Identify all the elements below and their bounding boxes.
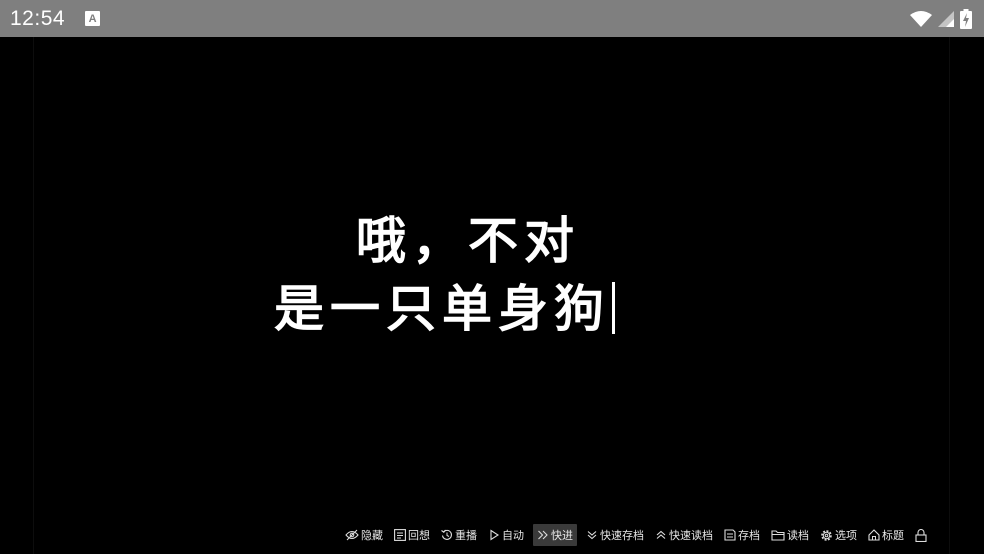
quick-menu: 隐藏 回想 重播 自动 快进 快速存档 快速读档 存档 读档 选项 标题 xyxy=(343,524,929,546)
quick-menu-quick-load-button[interactable]: 快速读档 xyxy=(653,524,715,546)
quick-menu-options-label: 选项 xyxy=(835,529,857,542)
quick-menu-save-button[interactable]: 存档 xyxy=(722,524,762,546)
status-clock: 12:54 xyxy=(10,6,66,30)
quick-menu-history-button[interactable]: 回想 xyxy=(392,524,432,546)
quick-menu-quick-save-label: 快速存档 xyxy=(600,529,644,542)
quick-menu-auto-label: 自动 xyxy=(502,529,524,542)
play-icon xyxy=(490,529,500,541)
quick-menu-load-button[interactable]: 读档 xyxy=(769,524,811,546)
quick-menu-auto-button[interactable]: 自动 xyxy=(486,524,526,546)
quick-menu-title-label: 标题 xyxy=(882,529,904,542)
fast-forward-icon xyxy=(538,530,548,540)
game-screen[interactable]: 哦，不对 是一只单身狗 隐藏 回想 重播 自动 快进 快速存档 快速读档 存档 … xyxy=(0,37,984,554)
battery-charging-icon xyxy=(960,8,972,29)
quick-menu-skip-label: 快进 xyxy=(551,529,573,542)
quick-menu-replay-label: 重播 xyxy=(455,529,477,542)
save-icon xyxy=(724,529,736,541)
text-cursor xyxy=(612,282,615,334)
replay-icon xyxy=(441,529,452,540)
quick-menu-history-label: 回想 xyxy=(408,529,430,542)
quick-menu-replay-button[interactable]: 重播 xyxy=(439,524,479,546)
chevron-up-icon xyxy=(656,530,666,539)
quick-menu-hide-label: 隐藏 xyxy=(361,529,383,542)
dialogue-line-2: 是一只单身狗 xyxy=(274,279,610,338)
dialogue-text[interactable]: 哦，不对 是一只单身狗 xyxy=(274,207,714,343)
signal-icon xyxy=(938,10,954,27)
history-icon xyxy=(394,529,406,541)
status-icons xyxy=(910,8,972,29)
lock-icon xyxy=(915,528,927,542)
chevron-down-icon xyxy=(587,531,597,540)
game-viewport[interactable]: 哦，不对 是一只单身狗 隐藏 回想 重播 自动 快进 快速存档 快速读档 存档 … xyxy=(33,37,950,554)
quick-menu-save-label: 存档 xyxy=(738,529,760,542)
quick-menu-quick-save-button[interactable]: 快速存档 xyxy=(584,524,646,546)
gear-icon xyxy=(821,529,832,541)
dialogue-line-1: 哦，不对 xyxy=(356,211,580,270)
status-bar: 12:54 A xyxy=(0,0,984,37)
quick-menu-load-label: 读档 xyxy=(787,529,809,542)
eye-off-icon xyxy=(345,529,359,541)
quick-menu-options-button[interactable]: 选项 xyxy=(818,524,859,546)
quick-menu-title-button[interactable]: 标题 xyxy=(866,524,906,546)
quick-menu-skip-button[interactable]: 快进 xyxy=(533,524,577,546)
quick-menu-lock-button[interactable] xyxy=(913,526,929,545)
folder-icon xyxy=(771,530,785,541)
quick-menu-quick-load-label: 快速读档 xyxy=(669,529,713,542)
wifi-icon xyxy=(910,10,932,27)
notification-app-icon: A xyxy=(85,11,101,26)
quick-menu-hide-button[interactable]: 隐藏 xyxy=(343,524,385,546)
home-icon xyxy=(868,529,880,541)
